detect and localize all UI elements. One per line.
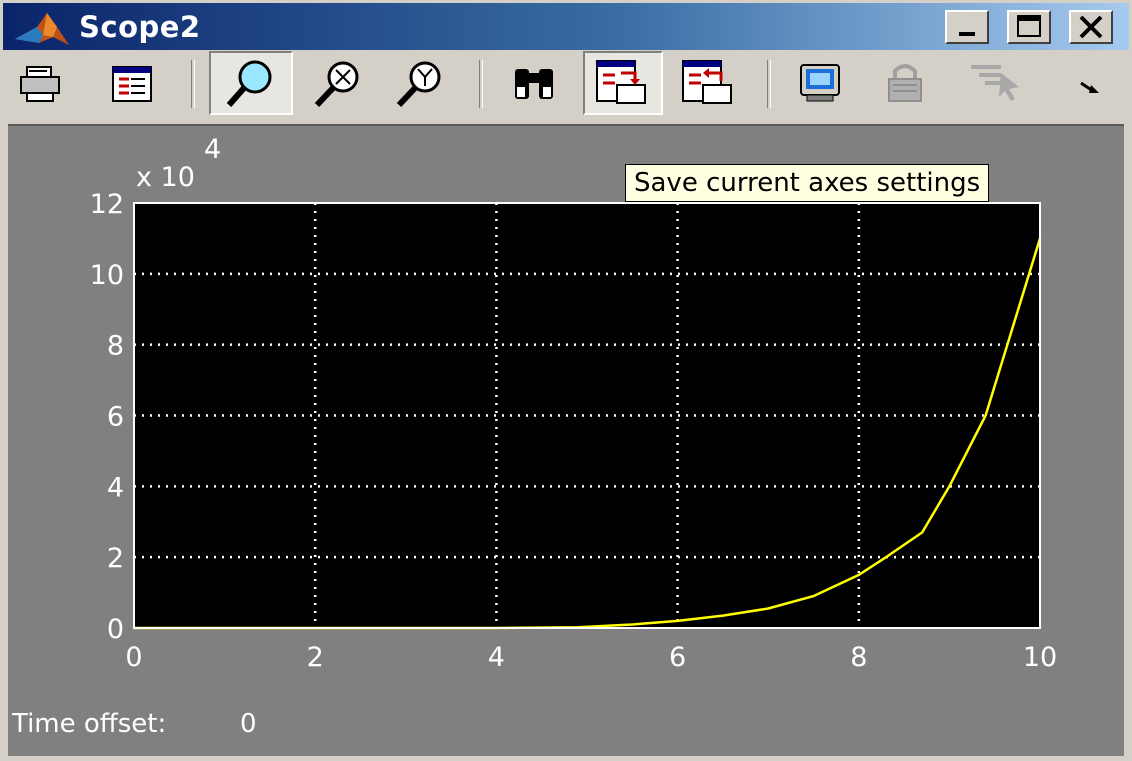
zoom-magnifier-icon	[226, 60, 272, 107]
autoscale-button[interactable]	[503, 53, 567, 113]
matlab-logo-icon	[15, 13, 69, 45]
minimize-icon	[959, 32, 975, 36]
zoom-x-icon	[314, 61, 359, 108]
x-tick-label: 0	[125, 642, 142, 673]
toolbar-separator	[479, 60, 483, 108]
scope-plot[interactable]: 0 2 4 6 8 10 0 2 4 6 8 10 12 x 10 4	[8, 126, 1124, 696]
y-exponent-label: x 10	[136, 162, 195, 193]
parameters-icon	[112, 66, 152, 102]
scope-toolbar	[3, 50, 1129, 122]
toolbar-overflow-button[interactable]	[1071, 53, 1111, 113]
floating-scope-icon	[800, 64, 840, 102]
y-tick-label: 8	[107, 331, 124, 362]
minimize-button[interactable]	[945, 10, 989, 44]
y-tick-label: 0	[107, 614, 124, 645]
scope-window: Scope2 0 2 4 6 8 10 0 2 4 6 8 10 12 x 10…	[0, 0, 1132, 761]
y-tick-labels: 0 2 4 6 8 10 12	[90, 189, 124, 645]
x-tick-label: 2	[307, 642, 324, 673]
scope-display: 0 2 4 6 8 10 0 2 4 6 8 10 12 x 10 4 Save current ax…	[8, 124, 1124, 756]
signal-selection-icon	[971, 65, 1019, 101]
maximize-icon	[1017, 15, 1041, 37]
window-title: Scope2	[79, 10, 201, 44]
close-button[interactable]	[1069, 10, 1113, 44]
parameters-button[interactable]	[105, 53, 159, 113]
axes-background	[134, 203, 1040, 628]
zoom-x-button[interactable]	[305, 53, 369, 113]
y-exponent-power: 4	[204, 134, 221, 165]
maximize-button[interactable]	[1007, 10, 1051, 44]
y-tick-label: 10	[90, 260, 124, 291]
save-axes-settings-button[interactable]	[583, 51, 663, 115]
lock-axes-button[interactable]	[879, 53, 933, 113]
save-axes-icon	[596, 60, 646, 104]
restore-axes-settings-button[interactable]	[677, 53, 741, 113]
y-tick-label: 6	[107, 402, 124, 433]
toolbar-separator	[191, 60, 195, 108]
y-tick-label: 2	[107, 543, 124, 574]
time-offset-value: 0	[240, 709, 257, 739]
x-tick-label: 8	[850, 642, 867, 673]
x-tick-label: 6	[669, 642, 686, 673]
lock-icon	[888, 64, 922, 102]
close-icon	[1079, 15, 1103, 39]
chevron-icon	[1080, 81, 1099, 93]
restore-axes-icon	[682, 60, 732, 104]
toolbar-separator	[767, 60, 771, 108]
x-tick-label: 10	[1023, 642, 1057, 673]
floating-scope-button[interactable]	[793, 53, 847, 113]
x-tick-labels: 0 2 4 6 8 10	[125, 642, 1057, 673]
y-tick-label: 12	[90, 189, 124, 220]
zoom-button[interactable]	[209, 51, 293, 115]
binoculars-icon	[515, 69, 553, 99]
time-offset-label: Time offset:	[12, 709, 167, 739]
signal-selection-button[interactable]	[961, 53, 1025, 113]
zoom-y-icon	[396, 61, 441, 108]
tooltip: Save current axes settings	[625, 164, 990, 202]
y-tick-label: 4	[107, 472, 124, 503]
zoom-y-button[interactable]	[387, 53, 451, 113]
x-tick-label: 4	[488, 642, 505, 673]
title-bar[interactable]: Scope2	[3, 3, 1129, 50]
printer-icon	[20, 66, 60, 102]
print-button[interactable]	[15, 53, 69, 113]
